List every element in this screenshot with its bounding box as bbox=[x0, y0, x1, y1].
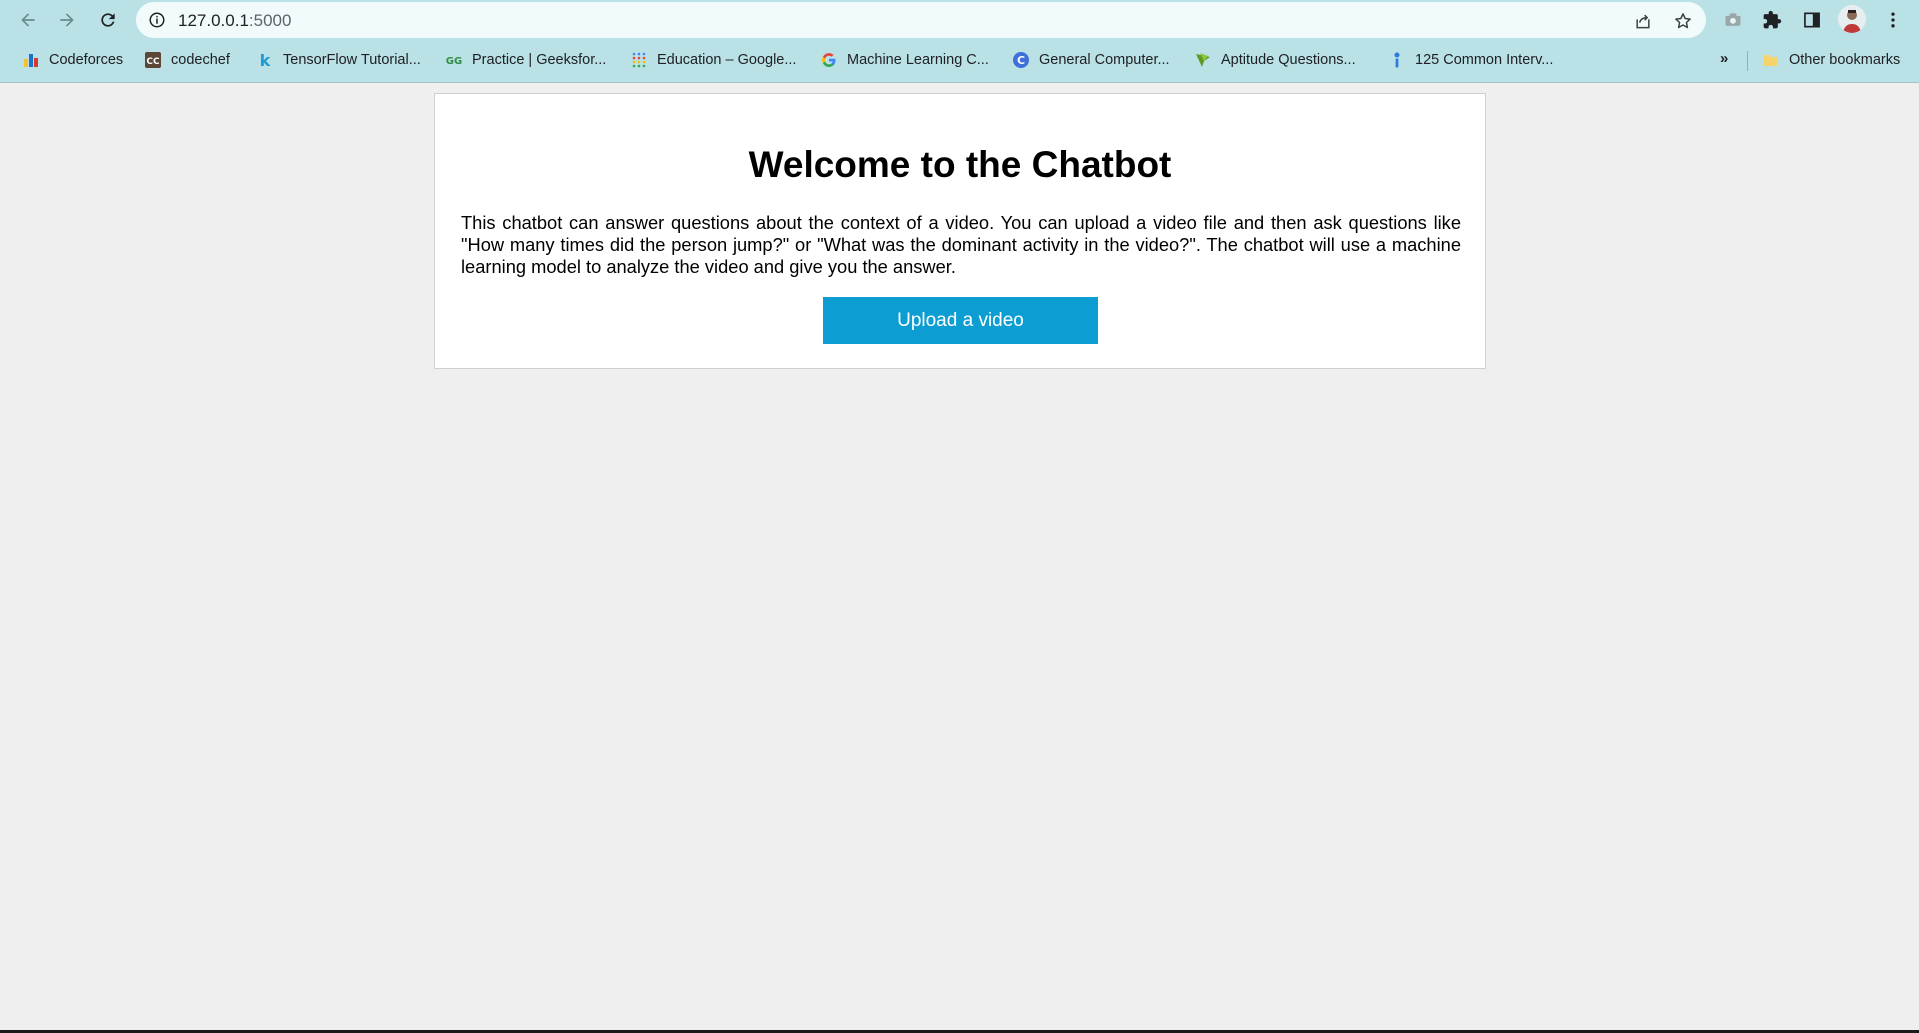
browser-chrome: 127.0.0.1:5000 Codeforces CC codechef k … bbox=[0, 0, 1919, 83]
forward-button[interactable] bbox=[51, 4, 83, 36]
codechef-icon: CC bbox=[144, 51, 162, 69]
bookmark-label: TensorFlow Tutorial... bbox=[283, 52, 421, 68]
c-circle-icon: C bbox=[1012, 51, 1030, 69]
bookmark-label: Aptitude Questions... bbox=[1221, 52, 1356, 68]
svg-text:GG: GG bbox=[446, 56, 462, 67]
camera-icon bbox=[1725, 13, 1741, 26]
bookmark-label: Machine Learning C... bbox=[847, 52, 989, 68]
welcome-card: Welcome to the Chatbot This chatbot can … bbox=[434, 93, 1486, 369]
upload-video-button[interactable]: Upload a video bbox=[823, 297, 1098, 344]
more-vertical-icon bbox=[1891, 12, 1895, 28]
side-panel-icon bbox=[1804, 12, 1820, 28]
bookmark-label: Education – Google... bbox=[657, 52, 797, 68]
address-bar[interactable]: 127.0.0.1:5000 bbox=[136, 2, 1706, 38]
info-icon[interactable] bbox=[148, 11, 166, 29]
star-icon bbox=[1675, 13, 1691, 29]
folder-icon bbox=[1762, 51, 1780, 69]
kaggle-icon: k bbox=[256, 51, 274, 69]
bookmark-geeksforgeeks[interactable]: GG Practice | Geeksfor... bbox=[441, 47, 610, 73]
other-bookmarks-label: Other bookmarks bbox=[1789, 52, 1901, 68]
browser-menu-button[interactable] bbox=[1878, 5, 1908, 35]
profile-avatar[interactable] bbox=[1838, 5, 1866, 33]
bookmark-tensorflow[interactable]: k TensorFlow Tutorial... bbox=[252, 47, 425, 73]
geeksforgeeks-icon: GG bbox=[445, 51, 463, 69]
back-button[interactable] bbox=[12, 4, 44, 36]
page-description: This chatbot can answer questions about … bbox=[461, 212, 1461, 277]
page-title: Welcome to the Chatbot bbox=[748, 144, 1172, 185]
bookmark-codeforces[interactable]: Codeforces bbox=[18, 47, 127, 73]
bookmarks-bar: Codeforces CC codechef k TensorFlow Tuto… bbox=[0, 44, 1919, 76]
reload-icon bbox=[101, 13, 115, 27]
person-icon bbox=[1838, 5, 1866, 33]
bookmark-machine-learning[interactable]: Machine Learning C... bbox=[816, 47, 993, 73]
puzzle-icon bbox=[1763, 10, 1782, 29]
url-port: :5000 bbox=[248, 11, 292, 30]
bookmark-general-computer[interactable]: C General Computer... bbox=[1008, 47, 1174, 73]
share-icon bbox=[1636, 14, 1650, 29]
screenshot-extension-button[interactable] bbox=[1718, 5, 1748, 35]
indiabix-icon bbox=[1194, 51, 1212, 69]
codeforces-icon bbox=[22, 51, 40, 69]
bookmark-label: Practice | Geeksfor... bbox=[472, 52, 607, 68]
url-text[interactable]: 127.0.0.1:5000 bbox=[178, 11, 291, 31]
bookmark-label: 125 Common Interv... bbox=[1415, 52, 1554, 68]
google-education-icon bbox=[630, 51, 648, 69]
google-icon bbox=[820, 51, 838, 69]
bookmark-label: General Computer... bbox=[1039, 52, 1170, 68]
bookmark-label: codechef bbox=[171, 52, 230, 68]
more-bookmarks-button[interactable]: » bbox=[1720, 50, 1728, 67]
bookmark-interview[interactable]: 125 Common Interv... bbox=[1384, 47, 1557, 73]
bookmark-codechef[interactable]: CC codechef bbox=[140, 47, 234, 73]
bookmark-label: Codeforces bbox=[49, 52, 124, 68]
url-host: 127.0.0.1 bbox=[178, 11, 249, 30]
svg-text:C: C bbox=[1017, 54, 1025, 67]
share-button[interactable] bbox=[1630, 8, 1656, 34]
svg-text:k: k bbox=[260, 51, 271, 69]
svg-text:CC: CC bbox=[146, 57, 160, 67]
info-pin-icon bbox=[1388, 51, 1406, 69]
reload-button[interactable] bbox=[92, 4, 124, 36]
arrow-left-icon bbox=[21, 13, 35, 27]
browser-toolbar: 127.0.0.1:5000 bbox=[0, 0, 1919, 40]
bookmark-aptitude[interactable]: Aptitude Questions... bbox=[1190, 47, 1360, 73]
arrow-right-icon bbox=[60, 13, 74, 27]
other-bookmarks-folder[interactable]: Other bookmarks bbox=[1758, 47, 1904, 73]
extensions-button[interactable] bbox=[1757, 5, 1787, 35]
bookmarks-divider bbox=[1747, 51, 1748, 71]
bookmark-star-button[interactable] bbox=[1670, 8, 1696, 34]
bookmark-google-education[interactable]: Education – Google... bbox=[626, 47, 800, 73]
side-panel-button[interactable] bbox=[1797, 5, 1827, 35]
